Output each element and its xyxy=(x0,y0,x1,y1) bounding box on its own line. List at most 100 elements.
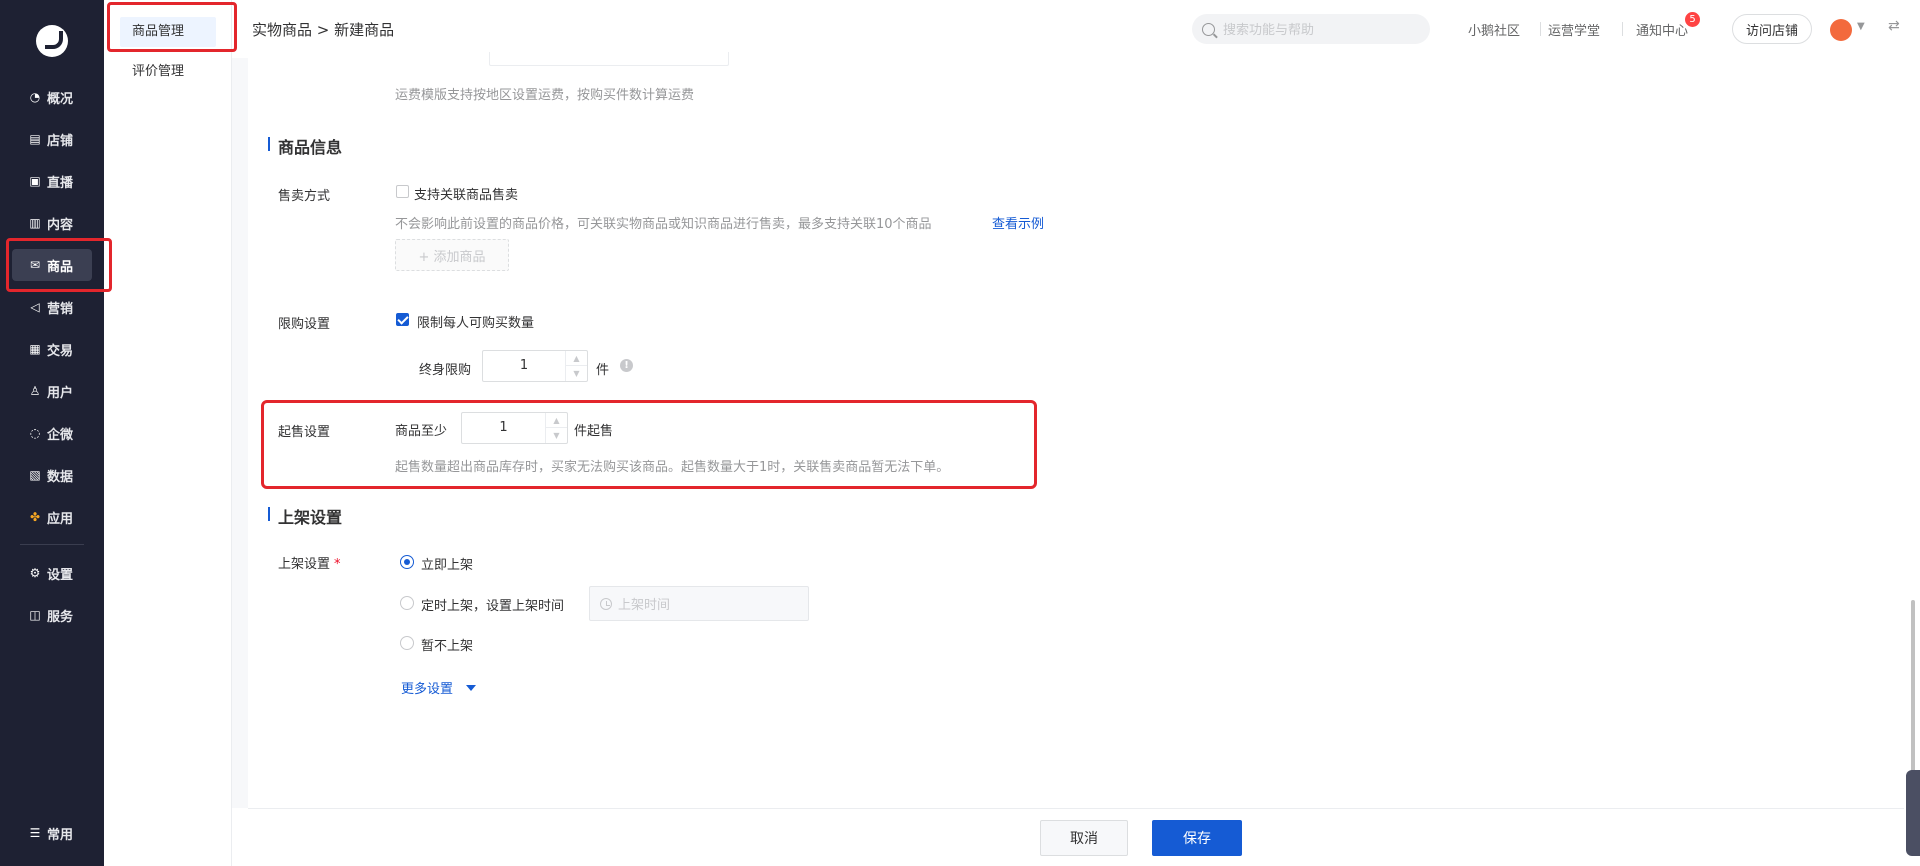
increment-icon[interactable]: ▲ xyxy=(566,351,587,366)
notification-badge: 5 xyxy=(1685,12,1700,27)
switch-icon[interactable]: ⇄ xyxy=(1888,18,1900,34)
secondary-menu: 商品管理 评价管理 xyxy=(104,0,232,866)
sidebar-item-label: 店铺 xyxy=(47,133,74,149)
decrement-icon[interactable]: ▼ xyxy=(546,428,567,443)
shipping-help-text: 运费模版支持按地区设置运费，按购买件数计算运费 xyxy=(395,88,695,103)
radio-list-now[interactable] xyxy=(400,555,414,569)
radio-list-now-label[interactable]: 立即上架 xyxy=(421,554,473,573)
sidebar-item-label: 应用 xyxy=(47,511,74,527)
add-product-button[interactable]: + 添加商品 xyxy=(395,239,509,271)
increment-icon[interactable]: ▲ xyxy=(546,413,567,428)
chevron-down-icon[interactable]: ▼ xyxy=(1857,21,1865,32)
shipping-template-select[interactable] xyxy=(489,52,729,66)
data-icon: ▧ xyxy=(29,468,41,482)
submenu-highlight-frame xyxy=(107,2,237,52)
avatar[interactable] xyxy=(1830,19,1852,41)
breadcrumb: 实物商品 > 新建商品 xyxy=(252,21,395,39)
min-purchase-stepper[interactable]: 1 ▲ ▼ xyxy=(461,412,568,444)
listing-label-text: 上架设置 xyxy=(278,557,331,572)
list-icon: ☰ xyxy=(29,826,41,840)
lifetime-limit-stepper[interactable]: 1 ▲ ▼ xyxy=(482,350,588,382)
service-icon: ◫ xyxy=(29,608,41,622)
lifetime-limit-value[interactable]: 1 xyxy=(483,351,565,381)
sidebar-item-store[interactable]: ▤ 店铺 xyxy=(12,123,92,155)
decrement-icon[interactable]: ▼ xyxy=(566,366,587,381)
sidebar-item-label: 内容 xyxy=(47,217,74,233)
view-example-link[interactable]: 查看示例 xyxy=(992,213,1044,232)
apps-icon: ✤ xyxy=(29,510,41,524)
megaphone-icon: ◁ xyxy=(30,300,40,314)
sidebar-item-label: 概况 xyxy=(47,91,74,107)
sidebar-item-live[interactable]: ▣ 直播 xyxy=(12,165,92,197)
stepper-arrows: ▲ ▼ xyxy=(565,351,587,381)
sidebar-item-label: 营销 xyxy=(47,301,74,317)
transaction-icon: ▦ xyxy=(29,342,41,356)
lifetime-limit-label: 终身限购 xyxy=(419,363,472,378)
radio-list-later[interactable] xyxy=(400,636,414,650)
header-separator xyxy=(1622,22,1623,36)
sidebar-highlight-frame xyxy=(6,238,112,292)
sidebar-item-label: 数据 xyxy=(47,469,74,485)
related-sale-help-text: 不会影响此前设置的商品价格，可关联实物商品或知识商品进行售卖，最多支持关联10个… xyxy=(395,217,932,232)
content-gutter xyxy=(232,58,248,808)
top-header: 实物商品 > 新建商品 小鹅社区 运营学堂 通知中心 5 访问店铺 ▼ ⇄ xyxy=(232,0,1920,58)
gear-icon: ⚙ xyxy=(29,566,41,580)
sidebar-item-users[interactable]: ♙ 用户 xyxy=(12,375,92,407)
live-icon: ▣ xyxy=(29,174,41,188)
user-icon: ♙ xyxy=(29,384,41,398)
sidebar-divider xyxy=(20,544,84,545)
visit-store-button[interactable]: 访问店铺 xyxy=(1732,14,1812,44)
cancel-button[interactable]: 取消 xyxy=(1040,820,1128,856)
sale-method-label: 售卖方式 xyxy=(278,189,331,204)
document-icon: ▥ xyxy=(29,216,41,230)
sidebar-item-wecom[interactable]: ◌ 企微 xyxy=(12,417,92,449)
sidebar-item-label: 企微 xyxy=(47,427,74,443)
min-purchase-highlight-frame xyxy=(261,400,1037,489)
sidebar-item-apps[interactable]: ✤ 应用 xyxy=(12,501,92,533)
sidebar-item-settings[interactable]: ⚙ 设置 xyxy=(12,557,92,589)
form-footer: 取消 保存 xyxy=(248,808,1920,866)
listing-label: 上架设置 * xyxy=(278,553,341,572)
listing-section-title: 上架设置 xyxy=(268,504,342,528)
sidebar-item-service[interactable]: ◫ 服务 xyxy=(12,599,92,631)
academy-link[interactable]: 运营学堂 xyxy=(1548,20,1600,39)
related-sale-checkbox[interactable] xyxy=(396,185,409,198)
sidebar-item-content[interactable]: ▥ 内容 xyxy=(12,207,92,239)
community-link[interactable]: 小鹅社区 xyxy=(1468,20,1520,39)
floating-side-widget[interactable] xyxy=(1906,770,1920,856)
sidebar-item-label: 常用 xyxy=(47,827,74,843)
sidebar-item-overview[interactable]: ◔ 概况 xyxy=(12,81,92,113)
search-input[interactable] xyxy=(1223,21,1413,37)
min-purchase-prefix: 商品至少 xyxy=(395,424,448,439)
sidebar-item-label: 服务 xyxy=(47,609,74,625)
search-box[interactable] xyxy=(1192,14,1430,44)
sidebar-item-marketing[interactable]: ◁ 营销 xyxy=(12,291,92,323)
radio-list-later-label[interactable]: 暂不上架 xyxy=(421,635,473,654)
sidebar-item-common[interactable]: ☰ 常用 xyxy=(12,817,92,849)
purchase-limit-label: 限购设置 xyxy=(278,317,331,332)
sidebar-item-data[interactable]: ▧ 数据 xyxy=(12,459,92,491)
caret-down-icon[interactable] xyxy=(466,685,476,691)
sidebar-item-transaction[interactable]: ▦ 交易 xyxy=(12,333,92,365)
info-icon[interactable]: ! xyxy=(620,359,633,372)
notification-center-link[interactable]: 通知中心 xyxy=(1636,20,1688,39)
save-button[interactable]: 保存 xyxy=(1152,820,1242,856)
submenu-item-review-management[interactable]: 评价管理 xyxy=(120,57,216,87)
sidebar-item-label: 交易 xyxy=(47,343,74,359)
sidebar-item-label: 设置 xyxy=(47,567,74,583)
main-content: 运费模版支持按地区设置运费，按购买件数计算运费 商品信息 售卖方式 支持关联商品… xyxy=(232,52,1920,808)
purchase-limit-checkbox[interactable] xyxy=(396,313,409,326)
clock-icon xyxy=(600,597,612,610)
min-purchase-help-text: 起售数量超出商品库存时，买家无法购买该商品。起售数量大于1时，关联售卖商品暂无法… xyxy=(395,460,950,475)
radio-list-scheduled-label[interactable]: 定时上架，设置上架时间 xyxy=(421,595,564,614)
listing-time-picker[interactable]: 上架时间 xyxy=(589,586,809,621)
related-sale-checkbox-label[interactable]: 支持关联商品售卖 xyxy=(414,184,518,203)
min-purchase-value[interactable]: 1 xyxy=(462,413,545,443)
radio-list-scheduled[interactable] xyxy=(400,596,414,610)
min-purchase-suffix: 件起售 xyxy=(574,424,614,439)
purchase-limit-checkbox-label[interactable]: 限制每人可购买数量 xyxy=(417,312,534,331)
more-settings-link[interactable]: 更多设置 xyxy=(401,678,453,697)
required-mark: * xyxy=(334,557,341,572)
product-info-section-title: 商品信息 xyxy=(268,134,342,158)
app-logo[interactable] xyxy=(36,25,68,57)
